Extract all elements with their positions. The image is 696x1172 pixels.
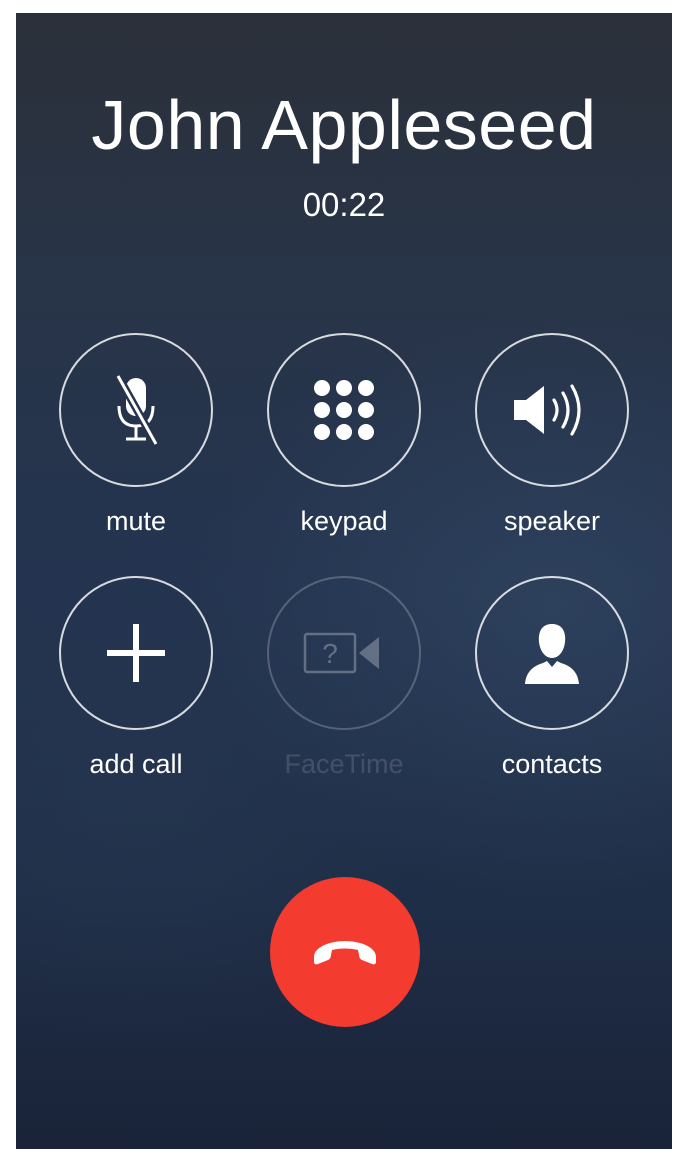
phone-hangup-icon [310,935,380,969]
call-screen: John Appleseed 00:22 mute keypad speaker… [16,13,672,1149]
add-call-label: add call [89,749,183,779]
call-timer: 00:22 [302,186,386,223]
plus-icon [105,622,167,684]
facetime-button: ? [267,576,421,730]
facetime-label: FaceTime [284,749,404,779]
speaker-button[interactable] [475,333,629,487]
mute-button[interactable] [59,333,213,487]
speaker-label: speaker [503,506,601,536]
keypad-label: keypad [300,506,388,536]
end-call-button[interactable] [270,877,420,1027]
keypad-button[interactable] [267,333,421,487]
keypad-grid-icon [311,377,377,443]
svg-text:?: ? [322,638,338,669]
facetime-camera-icon: ? [303,631,385,675]
speaker-icon [510,380,594,440]
mute-label: mute [105,506,167,536]
add-call-button[interactable] [59,576,213,730]
caller-name: John Appleseed [91,86,597,164]
contacts-label: contacts [501,749,603,779]
microphone-muted-icon [106,370,166,450]
contacts-button[interactable] [475,576,629,730]
contact-person-icon [521,620,583,686]
